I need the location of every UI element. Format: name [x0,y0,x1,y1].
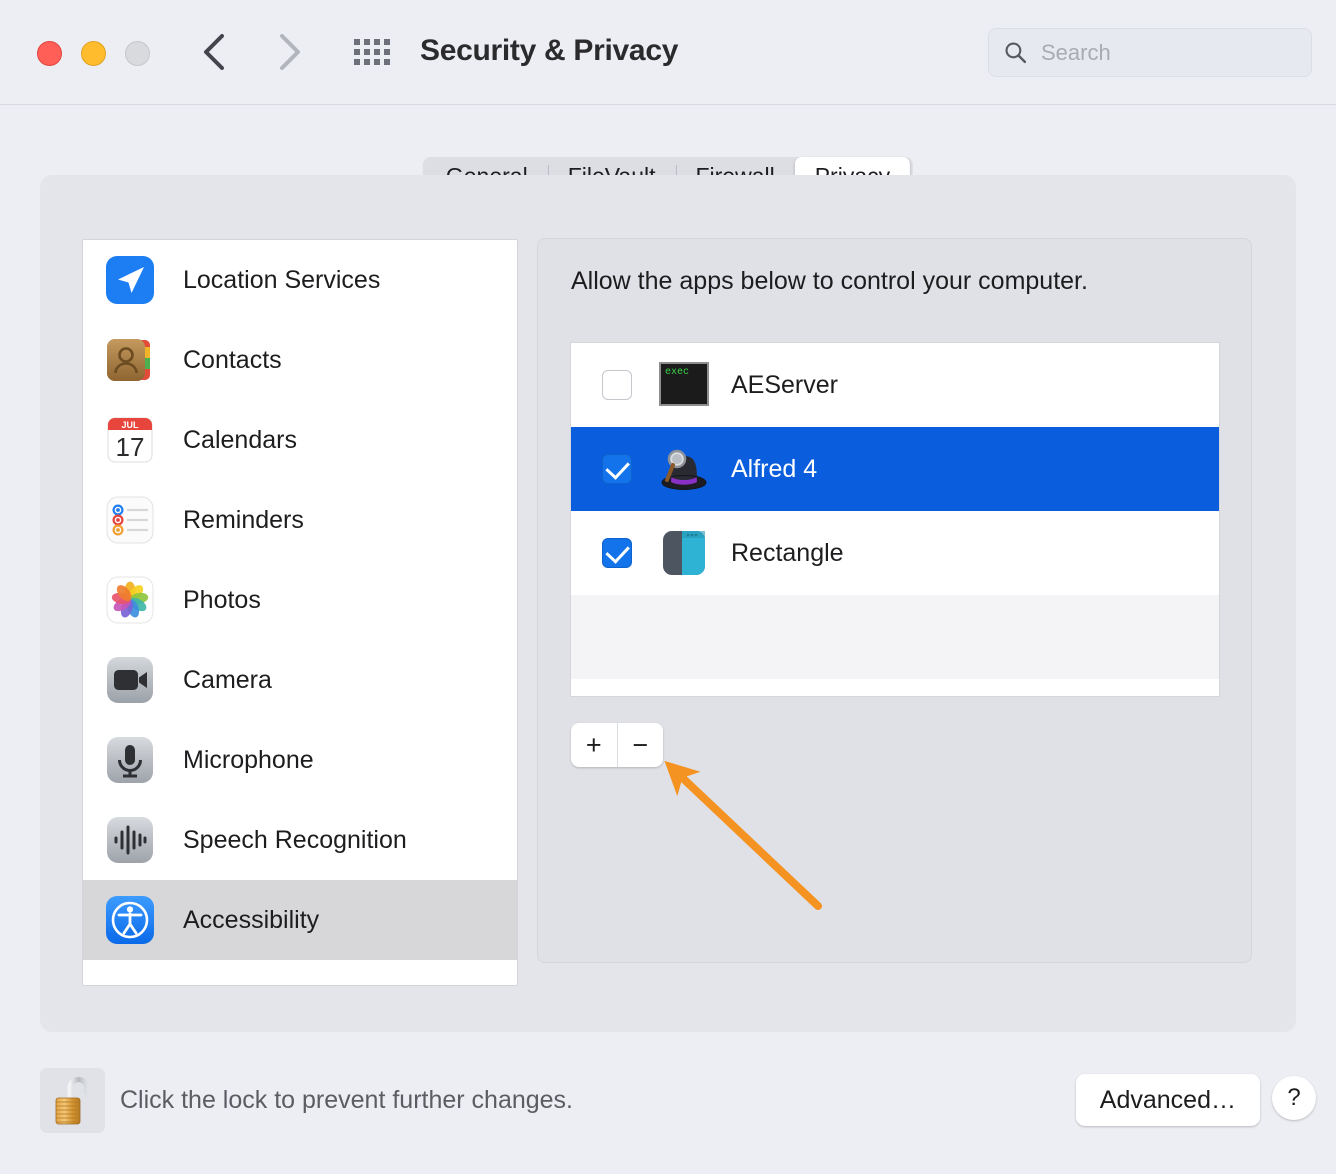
chevron-right-icon [280,34,300,70]
page-title: Security & Privacy [420,34,679,67]
zoom-window-button [125,41,150,66]
add-app-button[interactable]: + [571,723,617,767]
chevron-left-icon [204,34,224,70]
rectangle-app-icon [659,528,709,578]
app-name-label: AEServer [731,370,838,399]
app-name-label: Alfred 4 [731,454,818,483]
bottom-bar: Click the lock to prevent further change… [0,1056,1336,1174]
sidebar-item-label: Calendars [183,425,297,454]
app-checkbox[interactable] [602,538,632,568]
allowed-apps-list[interactable]: exec AEServer Alfred 4 Rectangle [570,342,1220,697]
app-permission-panel: Allow the apps below to control your com… [537,238,1252,963]
sidebar-item-label: Camera [183,665,272,694]
advanced-button[interactable]: Advanced… [1075,1074,1260,1126]
sidebar-item-reminders[interactable]: Reminders [83,480,517,560]
sidebar-item-contacts[interactable]: Contacts [83,320,517,400]
table-row[interactable]: Rectangle [571,511,1219,595]
sidebar-item-label: Accessibility [183,905,320,934]
sidebar-item-label: Reminders [183,505,304,534]
sidebar-item-camera[interactable]: Camera [83,640,517,720]
exec-terminal-icon: exec [659,360,709,410]
remove-app-button[interactable]: − [616,723,664,767]
calendar-icon: JUL 17 [103,413,157,467]
sidebar-item-label: Microphone [183,745,314,774]
sidebar-item-label: Photos [183,585,261,614]
microphone-icon [103,733,157,787]
help-button[interactable]: ? [1272,1076,1316,1120]
accessibility-icon [103,893,157,947]
reminders-icon [103,493,157,547]
app-checkbox[interactable] [602,370,632,400]
lock-message: Click the lock to prevent further change… [120,1086,574,1114]
search-icon [1005,42,1027,64]
title-bar: Security & Privacy [0,0,1336,105]
grid-icon [354,39,390,65]
sidebar-item-photos[interactable]: Photos [83,560,517,640]
list-empty-row [571,595,1219,679]
add-remove-controls: + − [571,723,663,767]
lock-button[interactable] [40,1068,105,1133]
speech-recognition-icon [103,813,157,867]
search-input[interactable] [1041,39,1291,66]
privacy-pane: Location Services Contacts JUL 17 Calend… [40,175,1296,1032]
back-button[interactable] [192,30,236,74]
show-all-preferences-button[interactable] [350,32,394,72]
app-checkbox[interactable] [602,454,632,484]
table-row[interactable]: exec AEServer [571,343,1219,427]
sidebar-item-microphone[interactable]: Microphone [83,720,517,800]
window-controls [37,41,150,66]
sidebar-item-calendars[interactable]: JUL 17 Calendars [83,400,517,480]
sidebar-item-label: Speech Recognition [183,825,407,854]
exec-icon-text: exec [665,367,689,378]
sidebar-item-label: Contacts [183,345,282,374]
privacy-category-list[interactable]: Location Services Contacts JUL 17 Calend… [82,239,518,986]
sidebar-item-label: Location Services [183,265,381,294]
location-services-icon [103,253,157,307]
close-window-button[interactable] [37,41,62,66]
alfred-hat-icon [659,444,709,494]
sidebar-item-speech-recognition[interactable]: Speech Recognition [83,800,517,880]
camera-icon [103,653,157,707]
sidebar-item-accessibility[interactable]: Accessibility [83,880,517,960]
calendar-day-label: 17 [116,432,145,462]
minimize-window-button[interactable] [81,41,106,66]
app-name-label: Rectangle [731,538,844,567]
photos-icon [103,573,157,627]
preferences-window: Security & Privacy General FileVault Fir… [0,0,1336,1174]
table-row[interactable]: Alfred 4 [571,427,1219,511]
search-field[interactable] [988,28,1312,77]
unlocked-padlock-icon [55,1076,90,1124]
permission-caption: Allow the apps below to control your com… [571,267,1088,295]
forward-button [268,30,312,74]
sidebar-item-location-services[interactable]: Location Services [83,240,517,320]
contacts-icon [103,333,157,387]
calendar-month-label: JUL [121,420,139,430]
